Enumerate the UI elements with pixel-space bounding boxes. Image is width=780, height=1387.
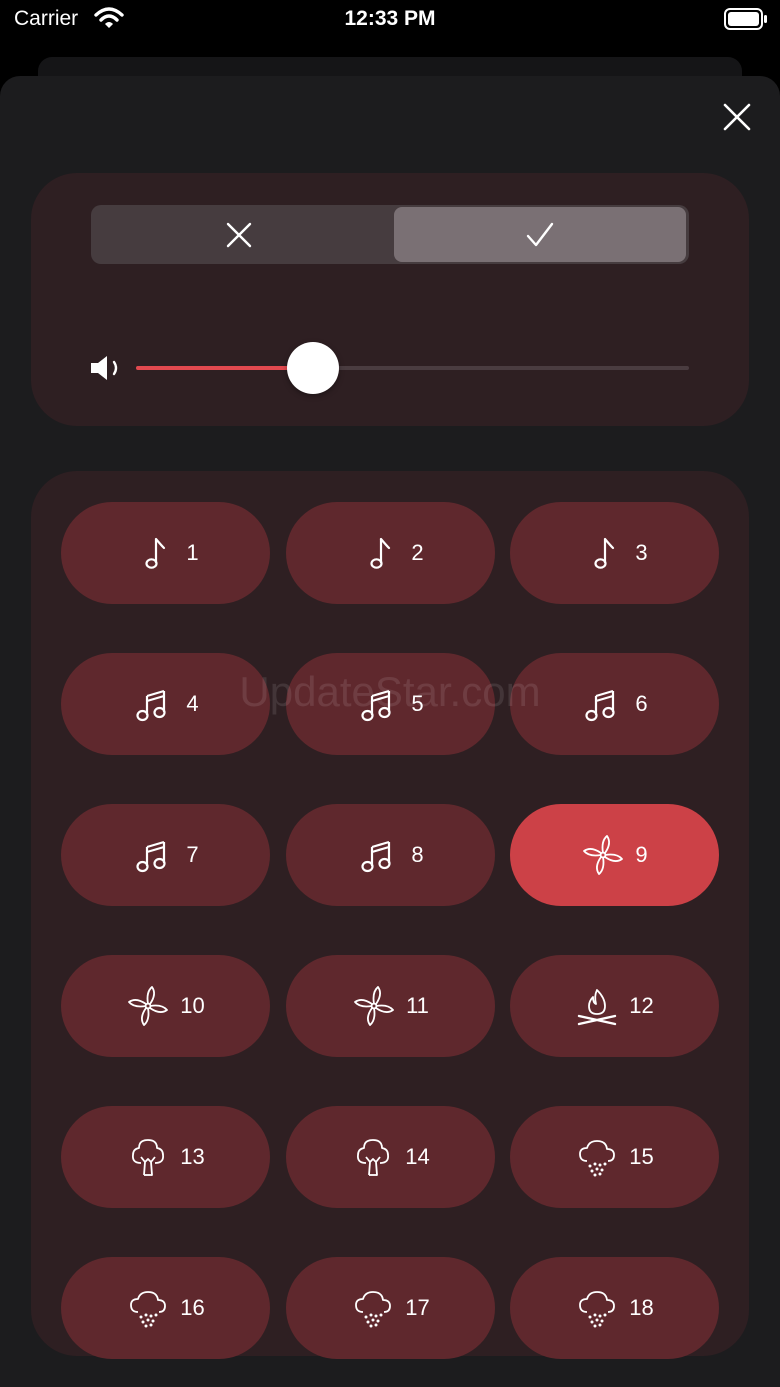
battery-icon <box>724 8 767 30</box>
music-note-icon <box>370 537 391 569</box>
sound-button-1[interactable]: 1 <box>61 502 270 604</box>
volume-slider[interactable] <box>136 342 689 394</box>
music-note-icon <box>594 537 615 569</box>
campfire-icon <box>578 989 617 1026</box>
music-notes-icon <box>136 840 166 873</box>
sound-button-label: 7 <box>186 842 199 867</box>
off-segment[interactable] <box>93 207 385 262</box>
tree-icon <box>357 1139 390 1176</box>
sound-button-5[interactable]: 5 <box>286 653 495 755</box>
sound-button-label: 18 <box>629 1295 654 1320</box>
on-off-toggle[interactable] <box>91 205 689 264</box>
sound-button-label: 5 <box>411 691 424 716</box>
sound-button-label: 2 <box>411 540 424 565</box>
sound-button-18[interactable]: 18 <box>510 1257 719 1359</box>
tree-icon <box>132 1139 165 1176</box>
sound-button-label: 8 <box>411 842 424 867</box>
sound-button-2[interactable]: 2 <box>286 502 495 604</box>
clock: 12:33 PM <box>344 7 436 30</box>
sound-button-10[interactable]: 10 <box>61 955 270 1057</box>
rain-cloud-icon <box>579 1140 616 1177</box>
fan-icon <box>128 986 169 1026</box>
sound-button-label: 12 <box>629 993 654 1018</box>
music-note-icon <box>145 537 166 569</box>
sound-button-9[interactable]: 9 <box>510 804 719 906</box>
rain-cloud-icon <box>579 1291 616 1328</box>
sound-button-7[interactable]: 7 <box>61 804 270 906</box>
speaker-icon <box>91 356 118 380</box>
sound-button-label: 15 <box>629 1144 654 1169</box>
volume-slider-thumb[interactable] <box>287 342 339 394</box>
sound-button-4[interactable]: 4 <box>61 653 270 755</box>
x-icon <box>226 222 252 247</box>
on-segment[interactable] <box>394 207 686 262</box>
sound-button-label: 16 <box>180 1295 205 1320</box>
sound-button-label: 11 <box>406 993 429 1018</box>
sound-button-label: 10 <box>180 993 205 1018</box>
sound-button-16[interactable]: 16 <box>61 1257 270 1359</box>
sound-button-label: 6 <box>635 691 648 716</box>
music-notes-icon <box>585 689 615 722</box>
sound-button-8[interactable]: 8 <box>286 804 495 906</box>
rain-cloud-icon <box>355 1291 392 1328</box>
sound-button-12[interactable]: 12 <box>510 955 719 1057</box>
sound-button-label: 1 <box>186 540 199 565</box>
fan-icon <box>583 835 624 875</box>
music-notes-icon <box>136 689 166 722</box>
sound-button-3[interactable]: 3 <box>510 502 719 604</box>
status-bar: Carrier 12:33 PM <box>0 0 780 44</box>
sound-button-label: 13 <box>180 1144 205 1169</box>
fan-icon <box>354 986 394 1026</box>
checkmark-icon <box>526 222 554 246</box>
sound-button-label: 9 <box>635 842 648 867</box>
sound-button-14[interactable]: 14 <box>286 1106 495 1208</box>
sound-button-17[interactable]: 17 <box>286 1257 495 1359</box>
sound-button-label: 14 <box>405 1144 430 1169</box>
sound-button-6[interactable]: 6 <box>510 653 719 755</box>
sound-button-13[interactable]: 13 <box>61 1106 270 1208</box>
music-notes-icon <box>361 689 391 722</box>
rain-cloud-icon <box>130 1291 167 1328</box>
sound-button-label: 17 <box>405 1295 430 1320</box>
close-button[interactable] <box>720 100 754 134</box>
sound-button-label: 4 <box>186 691 199 716</box>
sound-button-11[interactable]: 11 <box>286 955 495 1057</box>
music-notes-icon <box>361 840 391 873</box>
sound-button-15[interactable]: 15 <box>510 1106 719 1208</box>
sound-button-label: 3 <box>635 540 648 565</box>
